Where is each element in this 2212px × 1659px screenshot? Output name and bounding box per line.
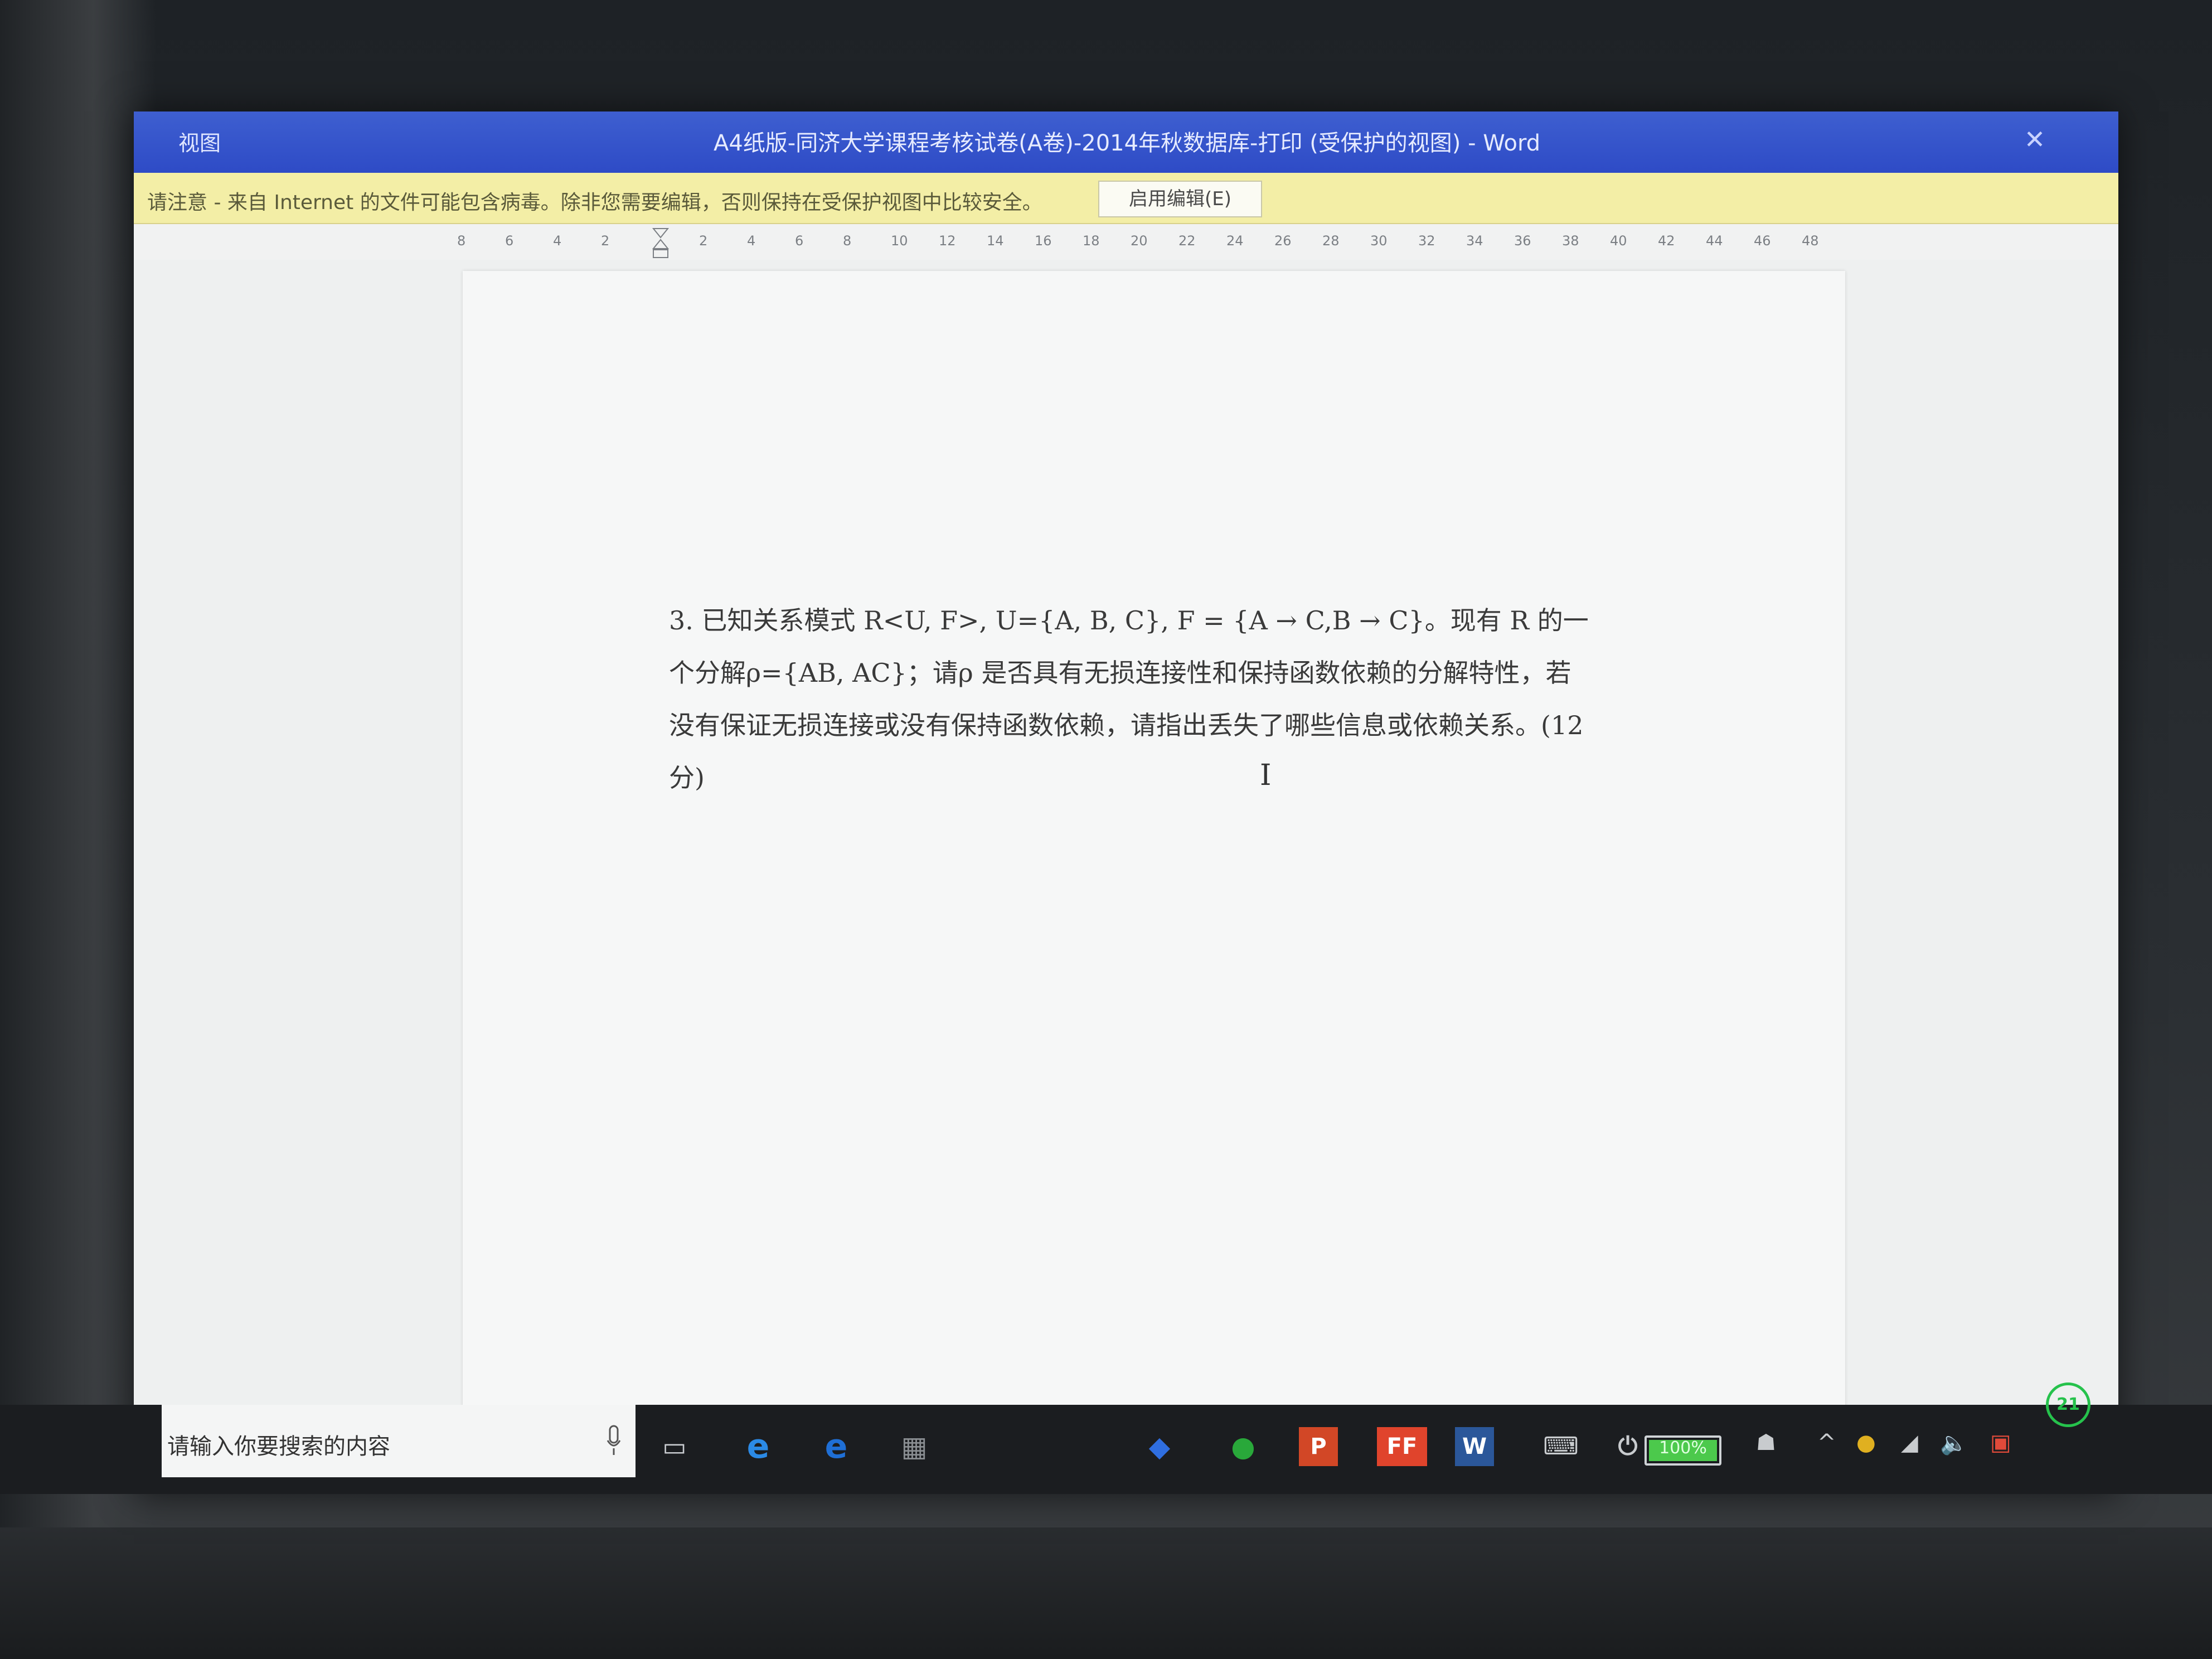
document-page[interactable]: 3. 已知关系模式 R<U, F>, U={A, B, C}, F = {A →… [463, 271, 1845, 1453]
network-icon[interactable]: ◢ [1901, 1430, 1918, 1456]
ruler-tick: 16 [1035, 233, 1052, 249]
title-bar: 视图 A4纸版-同济大学课程考核试卷(A卷)-2014年秋数据库-打印 (受保护… [134, 111, 2118, 173]
ruler-tick: 32 [1418, 233, 1435, 249]
ruler-tick: 48 [1802, 233, 1819, 249]
ruler-tick: 6 [795, 233, 804, 249]
ruler-tick: 6 [505, 233, 514, 249]
ruler-tick: 20 [1131, 233, 1148, 249]
indent-marker-icon[interactable] [652, 226, 669, 260]
ruler-tick: 26 [1274, 233, 1292, 249]
security-tray-icon[interactable]: ● [1856, 1430, 1876, 1456]
ruler-tick: 38 [1562, 233, 1579, 249]
ruler-tick: 10 [891, 233, 908, 249]
ruler-tick: 28 [1322, 233, 1340, 249]
ruler-tick: 34 [1466, 233, 1483, 249]
bottom-edge-shadow [0, 1527, 2212, 1659]
ie-browser-icon[interactable]: e [814, 1424, 858, 1469]
store-app-icon[interactable]: ◆ [1137, 1424, 1182, 1469]
question-line: 分) [669, 763, 705, 793]
ruler-tick: 12 [939, 233, 956, 249]
microphone-icon[interactable] [605, 1424, 622, 1457]
ruler-tick: 8 [457, 233, 466, 249]
power-plug-icon[interactable]: ⏻ [1605, 1424, 1650, 1469]
volume-icon[interactable]: 🔈 [1940, 1430, 1968, 1456]
window-title: A4纸版-同济大学课程考核试卷(A卷)-2014年秋数据库-打印 (受保护的视图… [714, 130, 1541, 156]
question-line: 没有保证无损连接或没有保持函数依赖，请指出丢失了哪些信息或依赖关系。(12 [669, 710, 1584, 740]
close-icon[interactable]: ✕ [2018, 123, 2051, 156]
ruler-tick: 30 [1370, 233, 1388, 249]
green-app-icon[interactable]: ● [1221, 1424, 1265, 1469]
keyboard-icon[interactable]: ⌨ [1539, 1424, 1583, 1469]
ruler-tick: 36 [1514, 233, 1531, 249]
ruler-tick: 46 [1754, 233, 1771, 249]
input-method-icon[interactable]: ▣ [1990, 1430, 2011, 1456]
ruler-tick: 2 [699, 233, 708, 249]
edge-browser-icon[interactable]: e [736, 1424, 780, 1469]
taskbar-search-box[interactable]: 请输入你要搜索的内容 [162, 1405, 636, 1477]
enable-editing-button[interactable]: 启用编辑(E) [1098, 181, 1262, 217]
document-area[interactable]: 3. 已知关系模式 R<U, F>, U={A, B, C}, F = {A →… [134, 260, 2118, 1453]
task-view-icon[interactable]: ▭ [652, 1424, 697, 1469]
question-line: 个分解ρ={AB, AC}；请ρ 是否具有无损连接性和保持函数依赖的分解特性，若 [669, 658, 1571, 688]
ruler-tick: 42 [1658, 233, 1675, 249]
battery-percentage: 100% [1659, 1438, 1707, 1458]
ruler-tick: 8 [843, 233, 852, 249]
file-explorer-icon[interactable]: ▦ [892, 1424, 937, 1469]
ruler-tick: 44 [1706, 233, 1723, 249]
ruler-tick: 24 [1226, 233, 1244, 249]
ruler-tick: 40 [1610, 233, 1627, 249]
people-icon[interactable]: ☗ [1756, 1430, 1776, 1456]
horizontal-ruler[interactable]: 8 6 4 2 2 4 6 8 10 12 14 16 18 20 22 24 26 28 30 32 34 36 38 40… [457, 226, 1828, 260]
word-window: 视图 A4纸版-同济大学课程考核试卷(A卷)-2014年秋数据库-打印 (受保护… [134, 111, 2118, 1494]
foxit-reader-icon[interactable]: FF [1377, 1427, 1427, 1466]
battery-indicator[interactable]: 100% [1645, 1435, 1721, 1466]
ruler-tick: 4 [553, 233, 562, 249]
chevron-up-icon[interactable]: ^ [1817, 1430, 1836, 1456]
question-paragraph[interactable]: 3. 已知关系模式 R<U, F>, U={A, B, C}, F = {A →… [669, 594, 1661, 804]
clock-badge[interactable]: 21 [2046, 1382, 2090, 1427]
protected-view-message: 请注意 - 来自 Internet 的文件可能包含病毒。除非您需要编辑，否则保持… [147, 191, 1042, 214]
question-line: 3. 已知关系模式 R<U, F>, U={A, B, C}, F = {A →… [669, 605, 1589, 636]
word-icon[interactable]: W [1455, 1427, 1494, 1466]
ruler-tick: 14 [987, 233, 1004, 249]
ruler-tick: 22 [1178, 233, 1196, 249]
search-placeholder: 请输入你要搜索的内容 [167, 1434, 390, 1459]
protected-view-bar: 请注意 - 来自 Internet 的文件可能包含病毒。除非您需要编辑，否则保持… [134, 173, 2118, 224]
ruler-tick: 4 [747, 233, 756, 249]
menu-view[interactable]: 视图 [178, 126, 221, 157]
powerpoint-icon[interactable]: P [1299, 1427, 1338, 1466]
ruler-tick: 2 [601, 233, 610, 249]
text-cursor-icon: I [1260, 759, 1272, 792]
ruler-tick: 18 [1083, 233, 1100, 249]
